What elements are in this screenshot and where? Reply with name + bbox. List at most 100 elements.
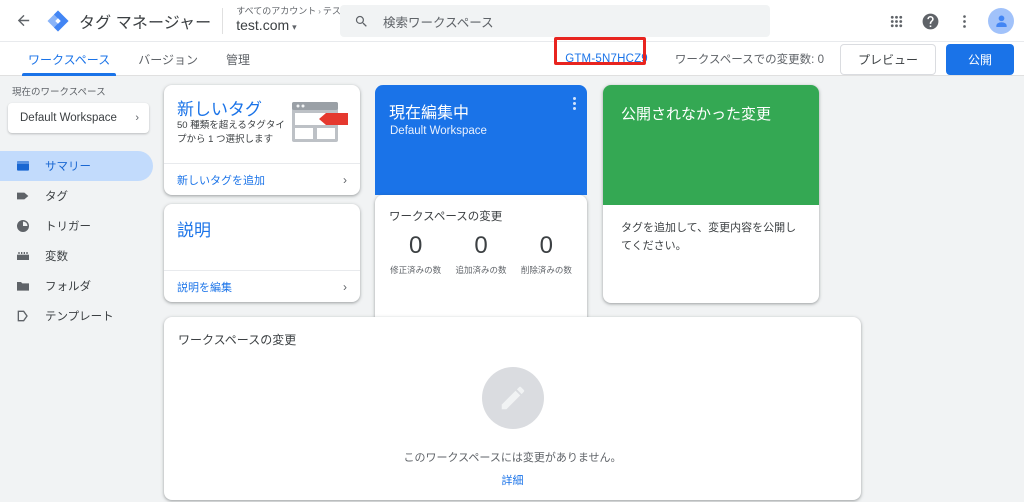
variable-icon [14,248,31,265]
apps-grid-button[interactable] [881,6,911,36]
search-placeholder: 検索ワークスペース [383,15,494,30]
empty-state-details-link[interactable]: 詳細 [502,472,524,488]
more-vertical-icon [573,102,576,105]
search-input[interactable]: 検索ワークスペース [340,5,770,37]
tag-icon [14,188,31,205]
tab-versions-label: バージョン [138,52,198,67]
folder-icon [14,278,31,295]
tab-bar-actions: GTM-5N7HCZ9 ワークスペースでの変更数: 0 プレビュー 公開 [554,37,1014,76]
currently-editing-card: 現在編集中 Default Workspace [375,85,587,195]
tag-manager-logo-icon [47,10,69,31]
stat-deleted: 0 削除済みの数 [514,231,579,276]
description-title: 説明 [177,221,211,240]
product-title: タグ マネージャー [79,14,212,32]
sidebar-item-folders-label: フォルダ [45,281,91,293]
stat-added-value: 0 [474,232,488,259]
more-vertical-icon [962,14,966,28]
tab-workspace-label: ワークスペース [28,52,111,67]
sidebar-item-summary-label: サマリー [45,161,91,173]
apps-grid-icon [890,15,902,27]
chevron-right-icon: › [343,279,347,294]
more-vertical-icon [573,97,576,100]
tab-list: ワークスペース バージョン 管理 [14,42,264,76]
description-footer-label: 説明を編集 [177,281,232,294]
unpublished-changes-card: 公開されなかった変更 タグを追加して、変更内容を公開してください。 [603,85,819,303]
stat-deleted-label: 削除済みの数 [520,265,572,275]
sidebar-item-summary[interactable]: サマリー [0,151,153,181]
more-options-button[interactable] [949,6,979,36]
publish-button[interactable]: 公開 [945,43,1014,75]
unpublished-changes-title: 公開されなかった変更 [621,106,772,123]
empty-state-icon-circle [481,367,544,429]
sidebar-item-folders[interactable]: フォルダ [0,271,153,301]
sidebar-item-templates-label: テンプレート [45,311,114,323]
tab-admin[interactable]: 管理 [212,42,264,76]
stat-added: 0 追加済みの数 [448,231,513,276]
avatar[interactable] [988,8,1014,34]
help-circle-icon [922,13,938,29]
workspace-changes-panel-title: ワークスペースの変更 [178,333,297,347]
summary-icon [14,158,31,175]
edit-pencil-icon [501,386,524,410]
currently-editing-menu-button[interactable] [573,97,576,110]
workspace-changes-stats: 0 修正済みの数 0 追加済みの数 0 削除済みの数 [375,231,587,276]
search-icon [354,14,369,29]
new-tag-footer-link[interactable]: 新しいタグを追加 › [164,163,360,195]
new-tag-description: 50 種類を超えるタグタイプから 1 つ選択します [177,120,285,145]
sidebar-item-templates[interactable]: テンプレート [0,301,153,331]
gtm-app-window: タグ マネージャー すべてのアカウント›テスト会社 test.com▾ 検索ワー… [0,0,1024,502]
currently-editing-subtitle: Default Workspace [390,125,487,137]
workspace-selector[interactable]: Default Workspace › [8,103,149,133]
top-bar-actions [881,0,1014,42]
new-tag-footer-label: 新しいタグを追加 [177,174,265,187]
header-divider [222,7,224,34]
container-id-wrap: GTM-5N7HCZ9 [554,37,659,72]
stat-modified: 0 修正済みの数 [383,231,448,276]
sidebar-item-variables[interactable]: 変数 [0,241,153,271]
preview-button[interactable]: プレビュー [839,43,936,75]
new-tag-title: 新しいタグ [177,100,262,119]
stat-added-label: 追加済みの数 [455,265,507,275]
sidebar-item-tags-label: タグ [45,191,68,203]
tab-bar: ワークスペース バージョン 管理 GTM-5N7HCZ9 ワークスペースでの変更… [0,37,1024,76]
container-name-label: test.com [236,16,290,33]
empty-state: このワークスペースには変更がありません。 詳細 [164,367,861,488]
container-id-button[interactable]: GTM-5N7HCZ9 [556,48,657,70]
workspace-changes-count: ワークスペースでの変更数: 0 [674,54,824,66]
brand-area[interactable]: タグ マネージャー [46,9,211,33]
more-vertical-icon [573,107,576,110]
currently-editing-title: 現在編集中 [389,105,470,122]
empty-state-text: このワークスペースには変更がありません。 [403,452,622,464]
help-button[interactable] [915,6,945,36]
sidebar-item-triggers-label: トリガー [45,221,91,233]
sidebar-item-triggers[interactable]: トリガー [0,211,153,241]
chevron-right-icon: › [343,172,347,187]
chevron-right-icon: › [135,112,139,124]
current-workspace-label: 現在のワークスペース [12,87,106,98]
unpublished-changes-body: タグを追加して、変更内容を公開してください。 [621,222,797,252]
trigger-icon [14,218,31,235]
breadcrumb-all-accounts: すべてのアカウント [236,5,317,16]
workspace-changes-title: ワークスペースの変更 [389,211,503,223]
stat-modified-value: 0 [408,232,423,259]
tab-versions[interactable]: バージョン [124,42,212,76]
stat-deleted-value: 0 [539,232,553,259]
top-app-bar: タグ マネージャー すべてのアカウント›テスト会社 test.com▾ 検索ワー… [0,0,1024,42]
back-button[interactable] [6,4,40,38]
stat-modified-label: 修正済みの数 [390,265,442,275]
workspace-name: Default Workspace [20,112,117,124]
back-arrow-icon [17,14,29,27]
description-footer-link[interactable]: 説明を編集 › [164,270,360,302]
template-icon [14,308,31,325]
unpublished-changes-header: 公開されなかった変更 [603,85,819,205]
browser-tag-illustration-icon [292,102,348,142]
sidebar-item-tags[interactable]: タグ [0,181,153,211]
workspace-changes-panel: ワークスペースの変更 このワークスペースには変更がありません。 詳細 [164,317,861,500]
sidebar-nav-list: サマリー タグ トリガー 変数 フォルダ テンプレート [0,151,163,331]
main-content: 新しいタグ 50 種類を超えるタグタイプから 1 つ選択します 新しいタグを追加… [163,76,1024,502]
tab-admin-label: 管理 [225,52,250,67]
tab-workspace[interactable]: ワークスペース [14,42,124,76]
new-tag-card: 新しいタグ 50 種類を超えるタグタイプから 1 つ選択します 新しいタグを追加… [164,85,360,195]
chevron-down-icon: ▾ [292,21,297,32]
breadcrumb-separator: › [318,6,321,16]
